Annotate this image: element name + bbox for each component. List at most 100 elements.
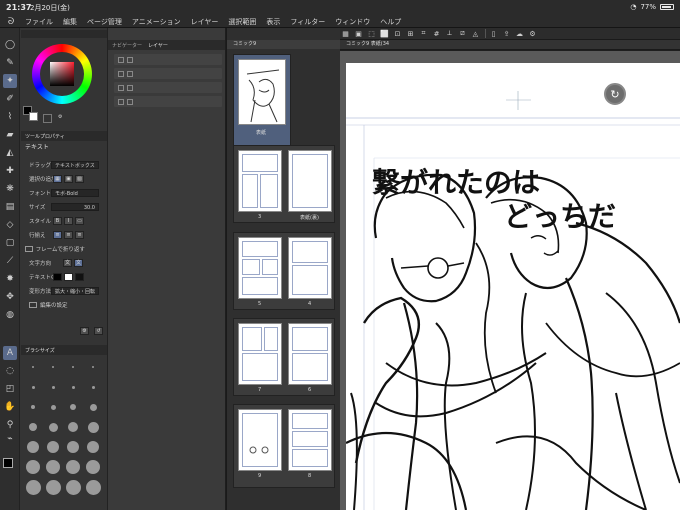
menu-edit[interactable]: 編集 bbox=[58, 17, 82, 27]
mobile-icon[interactable]: ▯ bbox=[488, 29, 499, 39]
add-mode-button-2[interactable]: ▣ bbox=[64, 174, 73, 183]
spread-9-8[interactable]: 9 8 bbox=[233, 404, 335, 488]
menu-window[interactable]: ウィンドウ bbox=[330, 17, 375, 27]
brush-size-dot[interactable] bbox=[29, 423, 37, 431]
brush-size-dot[interactable] bbox=[85, 479, 101, 495]
invert-selection-icon[interactable]: ⊞ bbox=[405, 29, 416, 39]
brush-size-dot[interactable] bbox=[92, 366, 94, 368]
transform-method-select[interactable]: 拡大・縮小・回転 bbox=[51, 286, 99, 295]
add-mode-button-3[interactable]: ▧ bbox=[75, 174, 84, 183]
font-size-input[interactable]: 30.0 bbox=[51, 202, 99, 211]
brush-size-dot[interactable] bbox=[72, 366, 74, 368]
menu-view[interactable]: 表示 bbox=[261, 17, 285, 27]
layer-row[interactable] bbox=[114, 68, 222, 79]
brush-size-dot[interactable] bbox=[65, 479, 81, 495]
brush-size-dot[interactable] bbox=[68, 422, 78, 432]
brush-size-dot[interactable] bbox=[86, 460, 100, 474]
hue-ring[interactable] bbox=[32, 44, 92, 104]
lasso-icon[interactable]: ◯ bbox=[3, 38, 17, 52]
brush-size-dot[interactable] bbox=[31, 385, 35, 389]
pencil-icon[interactable]: ✐ bbox=[3, 92, 17, 106]
special-ruler-icon[interactable]: ◬ bbox=[470, 29, 481, 39]
deselect-icon[interactable]: ⊡ bbox=[392, 29, 403, 39]
correction-icon[interactable]: ◰ bbox=[3, 382, 17, 396]
grid-icon[interactable]: # bbox=[431, 29, 442, 39]
spread-5-4[interactable]: 5 4 bbox=[233, 232, 335, 310]
font-select[interactable]: モボ-Bold bbox=[51, 188, 99, 197]
operation-icon[interactable]: ✸ bbox=[3, 272, 17, 286]
blend-icon[interactable]: ✚ bbox=[3, 164, 17, 178]
brush-size-tab[interactable]: ブラシサイズ bbox=[25, 347, 55, 354]
drag-mode-select[interactable]: テキストボックス bbox=[51, 160, 99, 169]
ruler-icon[interactable]: ⟋ bbox=[3, 254, 17, 268]
layer-row[interactable] bbox=[114, 96, 222, 107]
menu-help[interactable]: ヘルプ bbox=[375, 17, 406, 27]
brush-size-dot[interactable] bbox=[66, 460, 80, 474]
brush-size-dot[interactable] bbox=[52, 366, 54, 368]
brush-size-dot[interactable] bbox=[87, 421, 99, 433]
brush-size-dot[interactable] bbox=[70, 404, 76, 410]
brush-size-dot[interactable] bbox=[25, 479, 41, 495]
page-tab-comic[interactable]: コミック9 bbox=[227, 41, 256, 47]
menu-file[interactable]: ファイル bbox=[20, 17, 58, 27]
pen-icon[interactable]: ✎ bbox=[3, 56, 17, 70]
brush-size-dot[interactable] bbox=[71, 385, 75, 389]
brush-size-dot[interactable] bbox=[89, 403, 97, 411]
sub-color-chip[interactable] bbox=[29, 112, 38, 121]
tab-navigator[interactable]: ナビゲーター bbox=[112, 42, 142, 49]
frame-wrap-checkbox[interactable] bbox=[25, 245, 33, 252]
transform-icon[interactable]: ⬚ bbox=[366, 29, 377, 39]
brush-size-dot[interactable] bbox=[87, 441, 99, 453]
brush-size-dot[interactable] bbox=[46, 460, 60, 474]
balloon-icon[interactable]: ◌ bbox=[3, 364, 17, 378]
hand-icon[interactable]: ✋ bbox=[3, 400, 17, 414]
brush-size-dot[interactable] bbox=[27, 441, 39, 453]
eyedrop2-icon[interactable]: ⌁ bbox=[3, 432, 17, 446]
canvas-tab[interactable]: コミック9 表紙(34 bbox=[340, 41, 389, 47]
tab-layer[interactable]: レイヤー bbox=[148, 42, 168, 49]
brush-size-dot[interactable] bbox=[31, 405, 35, 409]
text-tool-icon[interactable]: A bbox=[3, 346, 17, 360]
auto-select-icon[interactable]: ◍ bbox=[3, 308, 17, 322]
fill-icon[interactable]: ◭ bbox=[3, 146, 17, 160]
text-color-black[interactable] bbox=[53, 272, 62, 281]
italic-button[interactable]: I bbox=[64, 216, 73, 225]
layer-row[interactable] bbox=[114, 54, 222, 65]
copy-icon[interactable]: ▦ bbox=[340, 29, 351, 39]
brush-size-dot[interactable] bbox=[91, 385, 95, 389]
select-all-icon[interactable]: ⬜ bbox=[379, 29, 390, 39]
menu-selection[interactable]: 選択範囲 bbox=[223, 17, 261, 27]
paste-icon[interactable]: ▣ bbox=[353, 29, 364, 39]
property-reset-icon[interactable]: ↺ bbox=[94, 327, 103, 335]
menu-filter[interactable]: フィルター bbox=[285, 17, 330, 27]
frame-icon[interactable]: ▢ bbox=[3, 236, 17, 250]
brush-size-dot[interactable] bbox=[47, 441, 59, 453]
paper[interactable]: 繋がれたのは どっちだ ↻ bbox=[346, 63, 680, 510]
move-layer-icon[interactable]: ✥ bbox=[3, 290, 17, 304]
text-color-white[interactable] bbox=[64, 272, 73, 281]
app-logo-icon[interactable]: ᘐ bbox=[4, 17, 18, 27]
export-icon[interactable]: ⇪ bbox=[501, 29, 512, 39]
brush-size-dot[interactable] bbox=[32, 366, 34, 368]
eraser-icon[interactable]: ▰ bbox=[3, 128, 17, 142]
brush-size-dot[interactable] bbox=[51, 385, 55, 389]
spread-3[interactable]: 3 表紙(裏) bbox=[233, 145, 335, 223]
add-mode-button-1[interactable]: ▦ bbox=[53, 174, 62, 183]
brush-size-dot[interactable] bbox=[50, 404, 56, 410]
gradient-icon[interactable]: ▤ bbox=[3, 200, 17, 214]
menu-animation[interactable]: アニメーション bbox=[127, 17, 186, 27]
vertical-text-button[interactable]: 文 bbox=[74, 258, 83, 267]
menu-page[interactable]: ページ管理 bbox=[82, 17, 127, 27]
bold-button[interactable]: B bbox=[53, 216, 62, 225]
saturation-value-square[interactable] bbox=[50, 62, 74, 86]
text-color-user[interactable] bbox=[75, 272, 84, 281]
main-color-swatch[interactable] bbox=[3, 458, 13, 468]
eyedropper-icon[interactable]: ✦ bbox=[3, 74, 17, 88]
tool-property-tab[interactable]: ツールプロパティ bbox=[25, 133, 65, 140]
align-left-button[interactable]: ≡ bbox=[53, 230, 62, 239]
transparent-color-chip[interactable] bbox=[43, 114, 52, 123]
cloud-icon[interactable]: ☁ bbox=[514, 29, 525, 39]
align-right-button[interactable]: ≡ bbox=[75, 230, 84, 239]
perspective-icon[interactable]: ⧄ bbox=[457, 29, 468, 39]
canvas-area[interactable]: 繋がれたのは どっちだ ↻ bbox=[340, 51, 680, 510]
